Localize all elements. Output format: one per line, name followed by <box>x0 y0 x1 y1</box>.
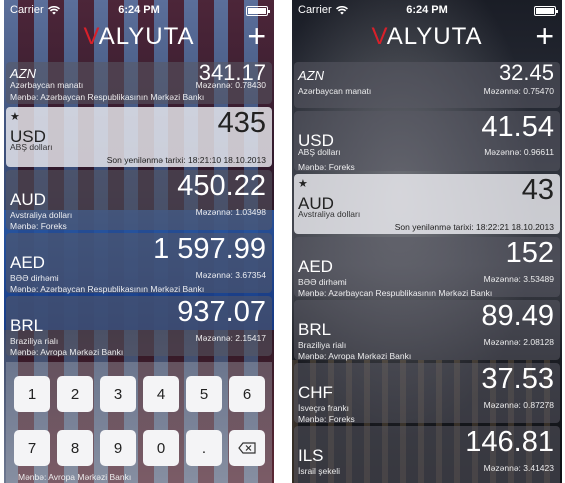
key-8[interactable]: 8 <box>57 430 93 466</box>
currency-source: Mənbə: Avropa Mərkəzi Bankı <box>298 351 412 361</box>
currency-name: İsveçrə frankı <box>298 403 350 413</box>
backspace-button[interactable] <box>229 430 265 466</box>
key-6[interactable]: 6 <box>229 376 265 412</box>
currency-value: 32.45 <box>498 60 554 85</box>
currency-row-usd[interactable]: USD 41.54 ABŞ dolları Məzənnə: 0.96611 M… <box>294 111 560 172</box>
currency-source: Mənbə: Foreks <box>298 162 355 172</box>
last-updated: Son yenilənmə tarixi: 18:22:21 18.10.201… <box>394 222 554 232</box>
currency-rate: Məzənnə: 0.96611 <box>484 147 554 157</box>
battery-icon <box>246 6 270 16</box>
currency-name: Azərbaycan manatı <box>298 86 372 96</box>
currency-name: BƏƏ dirhəmi <box>10 273 59 283</box>
currency-row-aud[interactable]: ★ AUD 43 Avstraliya dolları Son yenilənm… <box>294 174 560 234</box>
currency-name: Braziliya rialı <box>298 340 347 350</box>
key-4[interactable]: 4 <box>143 376 179 412</box>
currency-rate: Məzənnə: 0.87278 <box>483 400 554 410</box>
app-logo: VALYUTA <box>371 23 483 50</box>
currency-value: 37.53 <box>481 363 554 395</box>
star-icon: ★ <box>10 111 20 123</box>
currency-code: AZN <box>298 68 324 83</box>
currency-row-brl[interactable]: BRL 937.07 Braziliya rialı Məzənnə: 2.15… <box>6 296 272 357</box>
currency-rate: Məzənnə: 2.15417 <box>195 333 266 343</box>
currency-row-aed[interactable]: AED 152 BƏƏ dirhəmi Məzənnə: 3.53489 Mən… <box>294 237 560 298</box>
currency-row-azn[interactable]: AZN 341.17 Azərbaycan manatı Məzənnə: 0.… <box>6 60 272 104</box>
battery-icon <box>534 6 558 16</box>
nav-bar: VALYUTA + <box>292 20 562 56</box>
key-2[interactable]: 2 <box>57 376 93 412</box>
currency-code: AZN <box>10 66 36 81</box>
currency-row-aed[interactable]: AED 1 597.99 BƏƏ dirhəmi Məzənnə: 3.6735… <box>6 233 272 294</box>
currency-rate: Məzənnə: 3.41423 <box>483 463 554 473</box>
currency-value: 937.07 <box>177 296 266 328</box>
currency-name: Azərbaycan manatı <box>10 80 84 90</box>
currency-value: 146.81 <box>465 426 554 458</box>
currency-row-azn[interactable]: AZN 32.45 Azərbaycan manatı Məzənnə: 0.7… <box>294 60 560 108</box>
currency-rate: Məzənnə: 1.03498 <box>195 207 266 217</box>
currency-row-usd[interactable]: ★ USD 435 ABŞ dolları Son yenilənmə tari… <box>6 107 272 167</box>
status-bar: Carrier 6:24 PM <box>4 0 274 20</box>
currency-row-ils[interactable]: ILS 146.81 İsrail şekeli Məzənnə: 3.4142… <box>294 426 560 483</box>
currency-source: Mənbə: Azərbaycan Respublikasının Mərkəz… <box>298 288 493 298</box>
currency-name: Avstraliya dolları <box>10 210 73 220</box>
key-0[interactable]: 0 <box>143 430 179 466</box>
currency-rate: Məzənnə: 3.53489 <box>483 274 554 284</box>
currency-rate: Məzənnə: 3.67354 <box>195 270 266 280</box>
currency-row-aud[interactable]: AUD 450.22 Avstraliya dolları Məzənnə: 1… <box>6 170 272 231</box>
currency-code: AUD <box>10 190 46 209</box>
currency-code: AED <box>298 257 333 276</box>
currency-name: İsrail şekeli <box>298 466 341 476</box>
currency-list: AZN 341.17 Azərbaycan manatı Məzənnə: 0.… <box>6 60 272 359</box>
currency-value: 152 <box>505 237 554 269</box>
currency-list: AZN 32.45 Azərbaycan manatı Məzənnə: 0.7… <box>294 60 560 483</box>
currency-value: 41.54 <box>481 111 554 143</box>
currency-name: BƏƏ dirhəmi <box>298 277 347 287</box>
phone-left-screen: Carrier 6:24 PM VALYUTA + AZN 341.17 Azə… <box>4 0 274 483</box>
currency-name: ABŞ dolları <box>10 142 53 152</box>
currency-source: Mənbə: Azərbaycan Respublikasının Mərkəz… <box>10 92 205 102</box>
currency-source: Mənbə: Azərbaycan Respublikasının Mərkəz… <box>10 284 205 294</box>
star-icon: ★ <box>298 178 308 190</box>
currency-rate: Məzənnə: 2.08128 <box>483 337 554 347</box>
currency-value: 43 <box>521 174 554 206</box>
status-time: 6:24 PM <box>406 4 448 16</box>
currency-name: Avstraliya dolları <box>298 209 361 219</box>
currency-code: AED <box>10 253 45 272</box>
currency-value: 89.49 <box>481 300 554 332</box>
currency-value: 435 <box>217 107 266 139</box>
key-1[interactable]: 1 <box>14 376 50 412</box>
currency-source: Mənbə: Avropa Mərkəzi Bankı <box>18 472 132 482</box>
key-decimal[interactable]: . <box>186 430 222 466</box>
currency-rate: Məzənnə: 0.75470 <box>483 86 554 96</box>
add-currency-button[interactable]: + <box>535 20 554 52</box>
phone-right-screen: Carrier 6:24 PM VALYUTA + AZN 32.45 Azər… <box>292 0 562 483</box>
backspace-icon <box>238 442 256 454</box>
key-7[interactable]: 7 <box>14 430 50 466</box>
currency-row-chf[interactable]: CHF 37.53 İsveçrə frankı Məzənnə: 0.8727… <box>294 363 560 424</box>
currency-rate: Məzənnə: 0.78430 <box>195 80 266 90</box>
key-5[interactable]: 5 <box>186 376 222 412</box>
currency-name: ABŞ dolları <box>298 147 341 157</box>
add-currency-button[interactable]: + <box>247 20 266 52</box>
numeric-keypad: 1 2 3 4 5 6 7 8 9 0 . Mənbə: Avropa Mərk… <box>6 362 272 483</box>
currency-code: CHF <box>298 383 333 402</box>
currency-source: Mənbə: Foreks <box>10 221 67 231</box>
nav-bar: VALYUTA + <box>4 20 274 56</box>
currency-value: 1 597.99 <box>153 233 266 265</box>
app-logo: VALYUTA <box>83 23 195 50</box>
currency-row-brl[interactable]: BRL 89.49 Braziliya rialı Məzənnə: 2.081… <box>294 300 560 361</box>
currency-value: 450.22 <box>177 170 266 202</box>
key-3[interactable]: 3 <box>100 376 136 412</box>
currency-code: BRL <box>298 320 332 339</box>
status-bar: Carrier 6:24 PM <box>292 0 562 20</box>
currency-code: BRL <box>10 316 44 335</box>
last-updated: Son yenilənmə tarixi: 18:21:10 18.10.201… <box>106 155 266 165</box>
currency-source: Mənbə: Avropa Mərkəzi Bankı <box>10 347 124 357</box>
status-time: 6:24 PM <box>118 4 160 16</box>
currency-source: Mənbə: Foreks <box>298 414 355 424</box>
currency-name: Braziliya rialı <box>10 336 59 346</box>
currency-code: ILS <box>298 446 324 465</box>
key-9[interactable]: 9 <box>100 430 136 466</box>
